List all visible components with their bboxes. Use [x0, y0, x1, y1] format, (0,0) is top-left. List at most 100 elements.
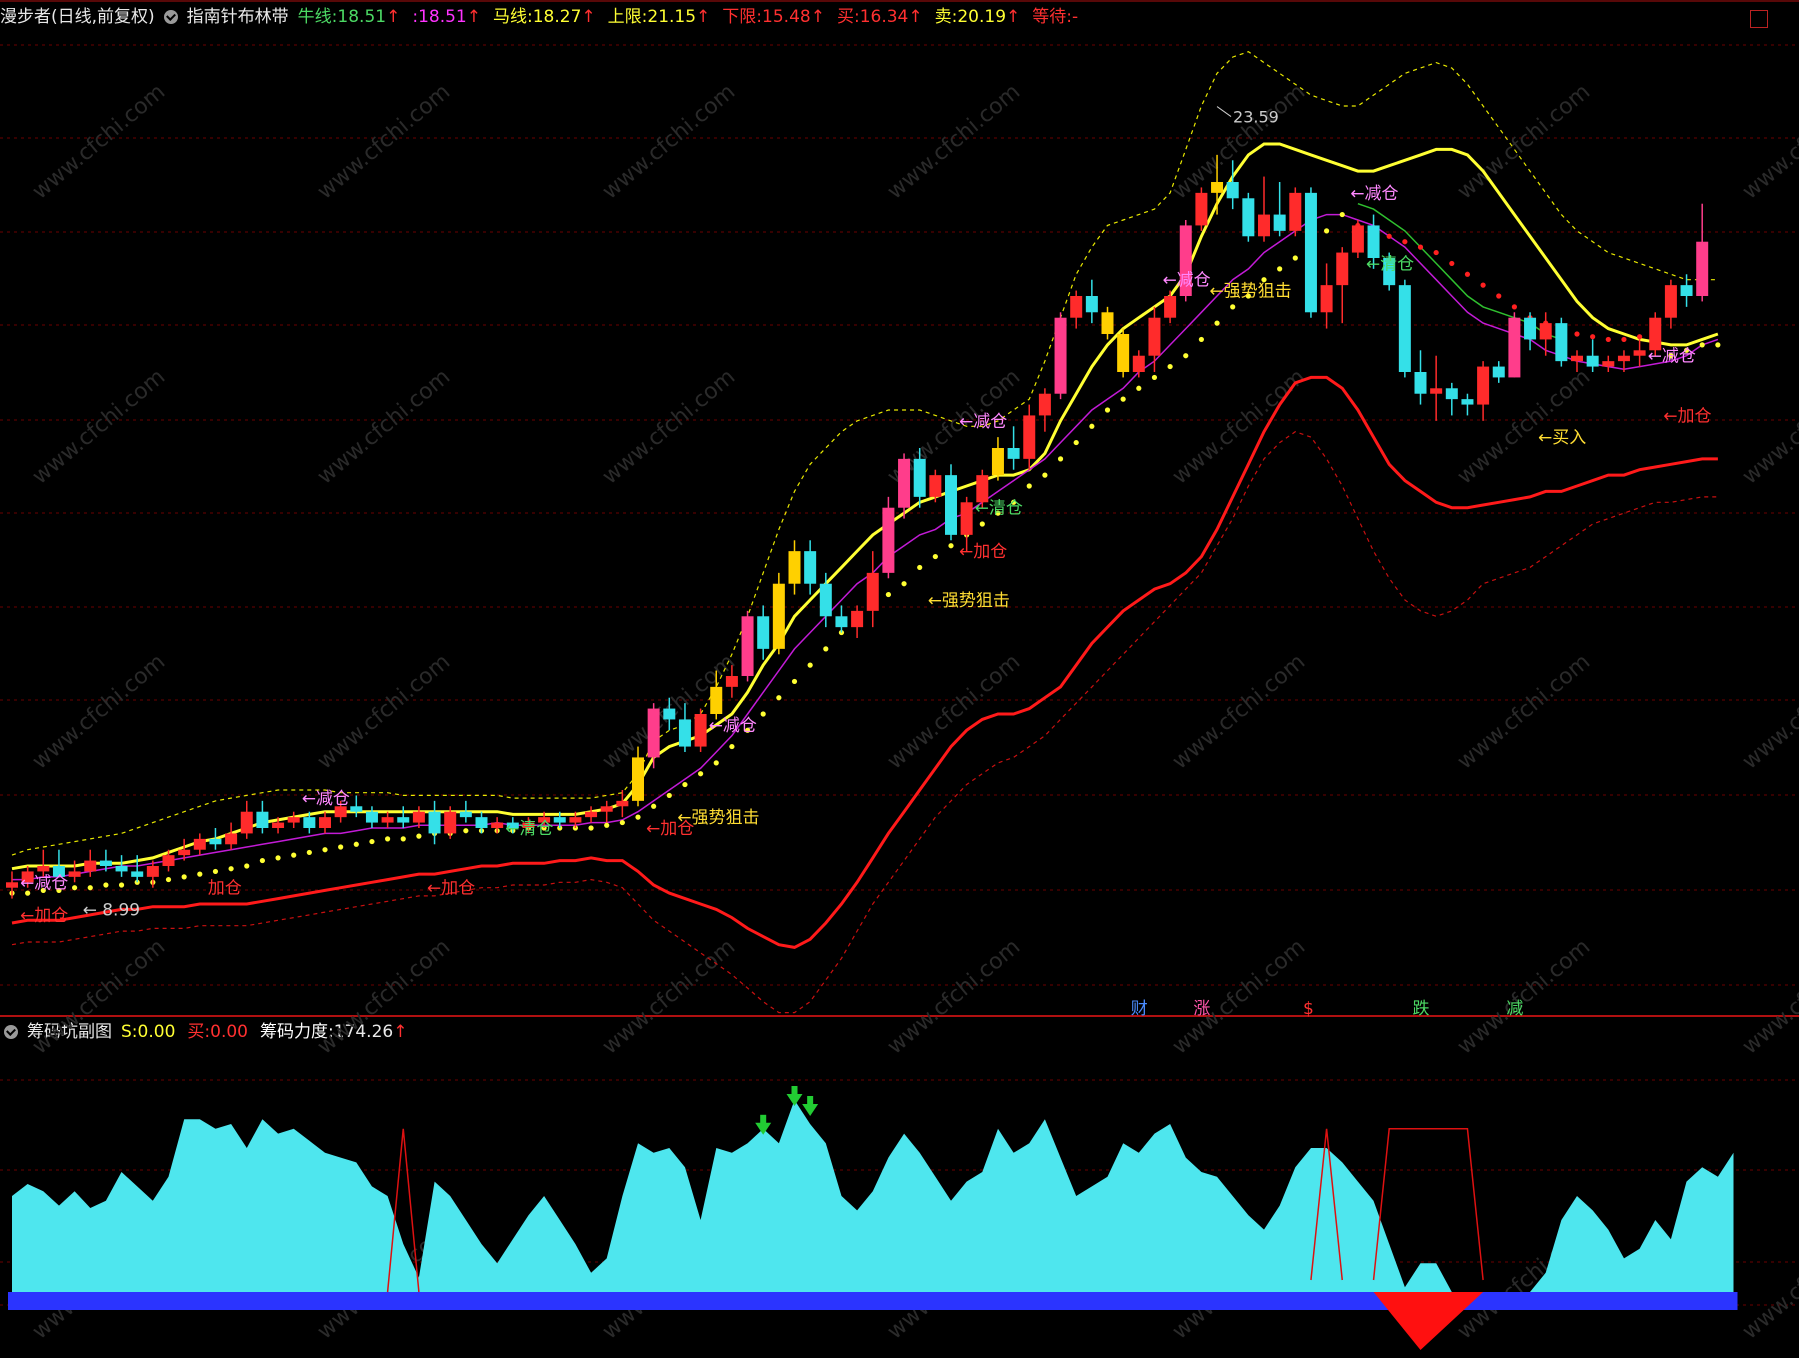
watermark: www.cfchi.com [598, 79, 740, 204]
support-dot [1104, 407, 1111, 413]
support-dot [1715, 342, 1721, 348]
signal-label: ←减仓 [1350, 184, 1398, 204]
candle-body [350, 806, 363, 812]
support-dot [1198, 336, 1204, 343]
signal-label: ←强势狙击 [677, 808, 759, 828]
support-dot [619, 819, 625, 826]
candle-body [819, 583, 832, 617]
candle-body [1398, 285, 1411, 372]
support-dot [1136, 385, 1142, 391]
resistance-dot [1590, 334, 1596, 340]
support-dot [635, 814, 641, 820]
support-dot [197, 871, 203, 877]
watermark: www.cfchi.com [1453, 364, 1595, 489]
signal-label: ←加仓 [20, 906, 68, 926]
signal-label: ←减仓 [1162, 271, 1210, 291]
candle-body [397, 817, 410, 823]
signal-label: ←减仓 [20, 873, 68, 893]
resistance-dot [1511, 304, 1517, 310]
signal-label: ←减仓 [709, 716, 757, 736]
support-dot [807, 662, 813, 668]
candle-body [991, 448, 1004, 476]
candle-body [851, 610, 864, 628]
event-label: 减 [1506, 999, 1523, 1019]
candle-body [1555, 323, 1568, 362]
watermark: www.cfchi.com [1168, 79, 1310, 204]
watermark: www.cfchi.com [1168, 364, 1310, 489]
signal-label: ←减仓 [1648, 347, 1696, 367]
candle-body [1524, 317, 1537, 340]
support-dot [212, 868, 219, 875]
support-dot [165, 876, 172, 883]
support-dot [385, 836, 391, 842]
candle-body [1320, 285, 1333, 313]
support-dot [1151, 374, 1158, 381]
signal-label: ← 8.99 [83, 900, 141, 920]
support-dot [682, 781, 688, 788]
candle-body [1649, 317, 1662, 351]
candlestick-chart[interactable]: www.cfchi.com www.cfchi.com www.cfchi.com w… [0, 0, 1799, 1358]
candle-body [1539, 323, 1552, 340]
watermark: www.cfchi.com [313, 934, 455, 1059]
buy-arrow-icon [755, 1122, 772, 1135]
candle-body [287, 817, 300, 823]
candle-body [788, 551, 801, 584]
watermark: www.cfchi.com [313, 364, 455, 489]
candle-body [1070, 296, 1083, 318]
candle-body [146, 866, 159, 877]
buy-arrow-icon [786, 1094, 803, 1106]
candle-body [1038, 393, 1051, 416]
signal-label: ←强势狙击 [1209, 282, 1291, 302]
watermark: www.cfchi.com [28, 79, 170, 204]
support-dot [87, 885, 93, 891]
watermark: www.cfchi.com [1168, 649, 1310, 774]
signal-label: ←加仓 [1663, 406, 1711, 426]
candle-body [1680, 285, 1693, 296]
candle-body [162, 855, 175, 866]
candle-body [1023, 415, 1036, 459]
resistance-dot [1417, 244, 1424, 250]
candle-body [600, 806, 613, 812]
support-dot [1277, 266, 1283, 272]
candle-body [131, 871, 144, 877]
candle-body [1289, 192, 1302, 231]
high-price-label: 23.59 [1233, 108, 1279, 127]
candle-body [225, 833, 238, 845]
candle-body [1164, 296, 1177, 318]
resistance-dot [1605, 336, 1611, 343]
support-dot [729, 743, 735, 750]
resistance-dot [1621, 336, 1627, 343]
support-dot [1120, 396, 1126, 402]
watermark: www.cfchi.com [28, 934, 170, 1059]
support-dot [885, 591, 892, 598]
support-dot [901, 581, 907, 587]
watermark: www.cfchi.com [313, 649, 455, 774]
support-dot [275, 855, 281, 861]
trend-line [12, 213, 1719, 881]
candle-body [1571, 355, 1583, 362]
watermark: www.cfchi.com [1738, 79, 1799, 204]
signal-label: ←减仓 [302, 789, 350, 809]
candle-body [99, 860, 112, 866]
event-label: $ [1303, 999, 1314, 1019]
support-dot [322, 847, 328, 853]
support-dot [1057, 456, 1064, 462]
resistance-dot [1637, 334, 1643, 340]
candle-body [757, 616, 770, 649]
resistance-dot [1496, 293, 1502, 299]
candle-body [491, 822, 504, 828]
candle-body [428, 811, 441, 834]
candle-body [1617, 355, 1630, 362]
support-dot [1339, 211, 1345, 218]
candle-body [616, 800, 629, 807]
watermark: www.cfchi.com [1738, 649, 1799, 774]
candle-body [37, 866, 50, 872]
support-dot [791, 678, 798, 685]
signal-label: ←减仓 [959, 412, 1007, 432]
candle-body [1117, 334, 1130, 372]
candle-body [835, 616, 848, 628]
candle-body [1211, 182, 1224, 193]
support-dot [181, 874, 187, 880]
candle-body [913, 458, 926, 497]
support-dot [118, 882, 125, 888]
